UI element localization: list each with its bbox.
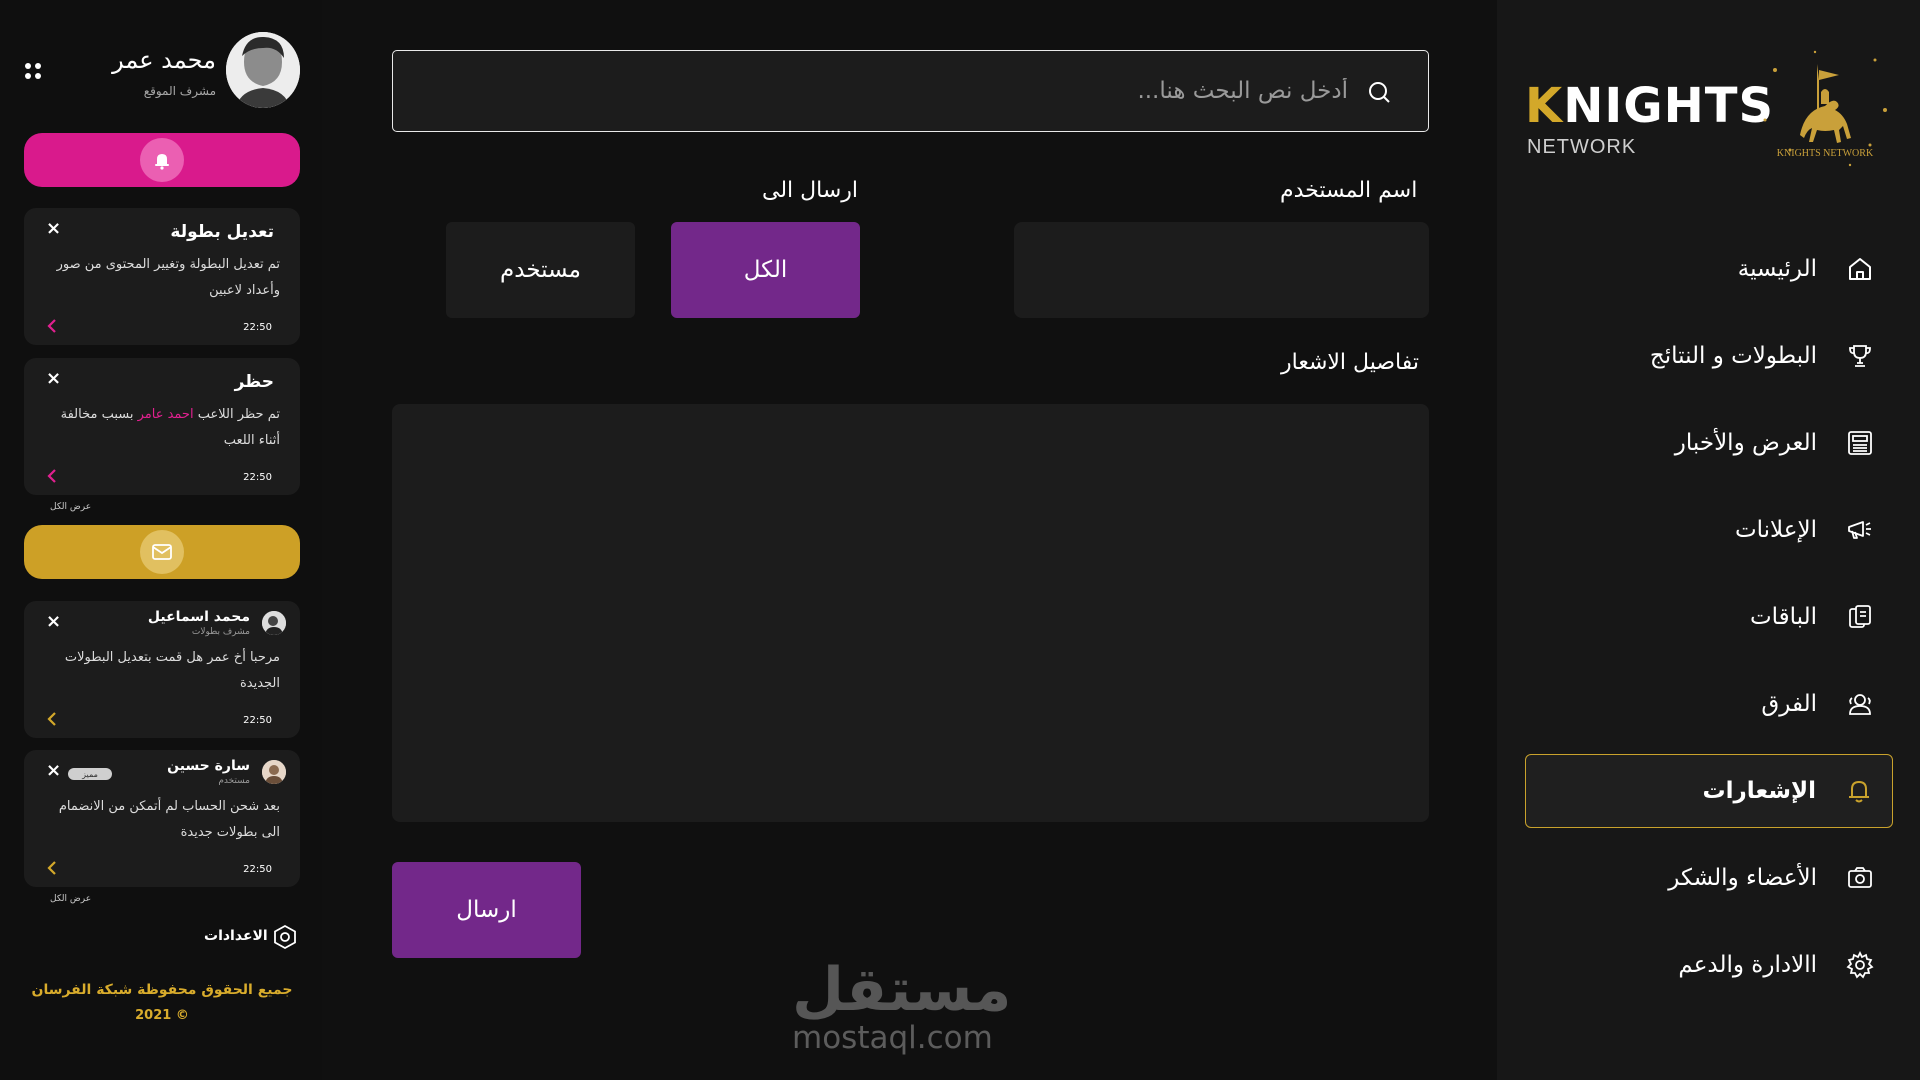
main-nav: الرئيسية البطولات و النتائج العرض والأخب… (1525, 232, 1893, 1015)
logo-wordmark: KNIGHTS (1525, 82, 1774, 130)
messages-header-bar[interactable] (24, 525, 300, 579)
knight-emblem-icon: KNIGHTS NETWORK (1755, 40, 1895, 180)
home-icon (1845, 254, 1875, 284)
mail-icon (140, 530, 184, 574)
notification-time: 22:50 (243, 322, 272, 333)
user-profile: محمد عمر مشرف الموقع (24, 32, 300, 112)
nav-item-label: العرض والأخبار (1674, 430, 1817, 456)
nav-item-label: الرئيسية (1737, 256, 1817, 282)
message-body: بعد شحن الحساب لم أتمكن من الانضمام الى … (58, 799, 280, 840)
logo-k: K (1525, 78, 1564, 134)
send-to-user-button[interactable]: مستخدم (446, 222, 635, 318)
profile-name: محمد عمر (112, 46, 216, 74)
main-content: اسم المستخدم ارسال الى الكل مستخدم تفاصي… (332, 0, 1488, 1080)
highlighted-player[interactable]: احمد عامر (138, 407, 194, 422)
message-time: 22:50 (243, 715, 272, 726)
megaphone-icon (1845, 515, 1875, 545)
nav-item-home[interactable]: الرئيسية (1525, 232, 1893, 306)
chevron-left-icon[interactable] (46, 859, 58, 877)
emblem-caption: KNIGHTS NETWORK (1776, 148, 1874, 159)
notification-title: تعديل بطولة (170, 222, 274, 242)
settings-hex-icon[interactable] (272, 924, 298, 950)
activity-panel: محمد عمر مشرف الموقع تعديل بطولة × تم تع… (0, 0, 322, 1080)
username-input[interactable] (1014, 222, 1429, 318)
avatar (262, 611, 286, 635)
settings-link[interactable]: الاعدادات (204, 928, 268, 944)
chevron-left-icon[interactable] (46, 317, 58, 335)
messages-view-all-link[interactable]: عرض الكل (50, 894, 91, 904)
nav-item-admin-support[interactable]: االادارة والدعم (1525, 928, 1893, 1002)
app-root: KNIGHTS NETWORK KNIGHTS NETWORK الرئيسية (0, 0, 1920, 1080)
watermark-arabic: مستقل (792, 955, 1012, 1025)
nav-item-tournaments[interactable]: البطولات و النتائج (1525, 319, 1893, 393)
nav-item-ads[interactable]: الإعلانات (1525, 493, 1893, 567)
message-time: 22:50 (243, 864, 272, 875)
copyright-year: © 2021 (135, 1008, 189, 1023)
notification-card[interactable]: تعديل بطولة × تم تعديل البطولة وتغيير ال… (24, 208, 300, 345)
search-bar (392, 50, 1429, 132)
watermark-latin: mostaql.com (792, 1020, 993, 1056)
chevron-left-icon[interactable] (46, 467, 58, 485)
nav-item-news[interactable]: العرض والأخبار (1525, 406, 1893, 480)
right-sidebar: KNIGHTS NETWORK KNIGHTS NETWORK الرئيسية (1497, 0, 1920, 1080)
send-to-label: ارسال الى (762, 178, 859, 203)
nav-item-teams[interactable]: الفرق (1525, 667, 1893, 741)
notifications-header-bar[interactable] (24, 133, 300, 187)
close-icon[interactable]: × (46, 370, 61, 388)
message-card[interactable]: سارة حسين مستخدم مميز × بعد شحن الحساب ل… (24, 750, 300, 887)
notifications-view-all-link[interactable]: عرض الكل (50, 502, 91, 512)
notification-card[interactable]: حظر × تم حظر اللاعب احمد عامر بسبب مخالف… (24, 358, 300, 495)
message-card[interactable]: محمد اسماعيل مشرف بطولات × مرحبا أخ عمر … (24, 601, 300, 738)
nav-item-packages[interactable]: الباقات (1525, 580, 1893, 654)
avatar[interactable] (226, 32, 300, 108)
nav-item-label: الإعلانات (1734, 517, 1817, 543)
trophy-icon (1845, 341, 1875, 371)
sender-name: محمد اسماعيل (147, 609, 250, 625)
chevron-left-icon[interactable] (46, 710, 58, 728)
watermark: مستقل mostaql.com (792, 955, 1012, 1057)
notification-time: 22:50 (243, 472, 272, 483)
sender-role: مشرف بطولات (191, 627, 250, 637)
close-icon[interactable]: × (46, 220, 61, 238)
send-to-all-button[interactable]: الكل (671, 222, 860, 318)
nav-item-label: االادارة والدعم (1678, 952, 1817, 978)
profile-role: مشرف الموقع (143, 84, 216, 98)
team-icon (1845, 689, 1875, 719)
close-icon[interactable]: × (46, 613, 61, 631)
package-icon (1845, 602, 1875, 632)
nav-item-label: الأعضاء والشكر (1668, 865, 1817, 891)
nav-item-label: الإشعارات (1702, 778, 1816, 804)
nav-item-notifications[interactable]: الإشعارات (1525, 754, 1893, 828)
members-icon (1845, 863, 1875, 893)
body-text: تم حظر اللاعب (197, 407, 280, 422)
bell-icon (140, 138, 184, 182)
copyright-line: جميع الحقوق محفوظة شبكة الفرسان (31, 982, 293, 998)
submit-button[interactable]: ارسال (392, 862, 581, 958)
details-textarea[interactable] (392, 404, 1429, 822)
notification-body: تم تعديل البطولة وتغيير المحتوى من صور و… (56, 257, 280, 298)
details-label: تفاصيل الاشعار (1281, 350, 1419, 375)
logo-subtitle: NETWORK (1527, 136, 1637, 158)
brand-logo[interactable]: KNIGHTS NETWORK KNIGHTS NETWORK (1525, 40, 1895, 180)
nav-item-members[interactable]: الأعضاء والشكر (1525, 841, 1893, 915)
sender-role: مستخدم (218, 776, 250, 786)
search-icon[interactable] (1366, 79, 1392, 105)
newspaper-icon (1845, 428, 1875, 458)
notification-title: حظر (234, 372, 274, 392)
status-badge: مميز (68, 768, 112, 780)
close-icon[interactable]: × (46, 762, 61, 780)
sender-name: سارة حسين (167, 758, 250, 774)
search-input[interactable] (413, 51, 1348, 131)
username-label: اسم المستخدم (1280, 178, 1418, 203)
message-body: مرحبا أخ عمر هل قمت بتعديل البطولات الجد… (64, 650, 280, 691)
apps-grid-icon[interactable] (24, 62, 42, 80)
logo-word-rest: NIGHTS (1563, 78, 1775, 134)
settings-icon (1845, 950, 1875, 980)
nav-item-label: الفرق (1761, 691, 1817, 717)
nav-item-label: البطولات و النتائج (1649, 343, 1817, 369)
notification-body: تم حظر اللاعب احمد عامر بسبب مخالفة أثنا… (44, 402, 280, 454)
avatar (262, 760, 286, 784)
nav-item-label: الباقات (1749, 604, 1817, 630)
bell-icon (1844, 776, 1874, 806)
